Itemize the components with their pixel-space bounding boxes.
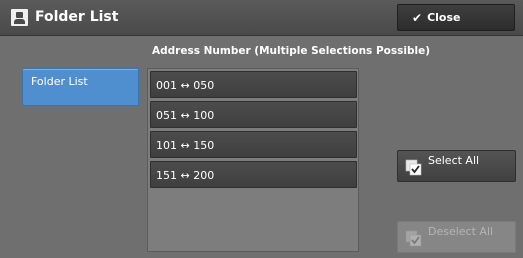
close-button-label: Close [427,11,461,24]
address-range-item-101-150[interactable]: 101 ↔ 150 [150,131,357,158]
deselect-all-button[interactable]: Deselect All [397,221,516,253]
deselect-all-icon [405,230,422,247]
tab-folder-list[interactable]: Folder List [22,68,139,106]
folder-list-icon [11,9,28,26]
close-button[interactable]: ✔ Close [397,4,515,31]
select-all-label: Select All [428,154,480,167]
address-range-item-151-200[interactable]: 151 ↔ 200 [150,161,357,188]
list-item-label: 051 ↔ 100 [156,109,215,122]
page-title: Folder List [35,9,119,25]
address-range-list: 001 ↔ 050 051 ↔ 100 101 ↔ 150 151 ↔ 200 [147,68,359,252]
list-item-label: 151 ↔ 200 [156,169,215,182]
folder-list-screen: Folder List ✔ Close Folder List Address … [0,0,523,258]
address-range-item-051-100[interactable]: 051 ↔ 100 [150,101,357,128]
title-bar: Folder List ✔ Close [0,0,523,36]
list-item-label: 001 ↔ 050 [156,79,215,92]
select-all-button[interactable]: Select All [397,150,516,182]
select-all-icon [405,159,422,176]
tab-folder-list-label: Folder List [31,75,88,88]
address-number-heading: Address Number (Multiple Selections Poss… [152,45,431,57]
list-item-label: 101 ↔ 150 [156,139,215,152]
checkmark-icon: ✔ [412,10,423,25]
deselect-all-label: Deselect All [428,225,494,238]
address-range-item-001-050[interactable]: 001 ↔ 050 [150,71,357,98]
